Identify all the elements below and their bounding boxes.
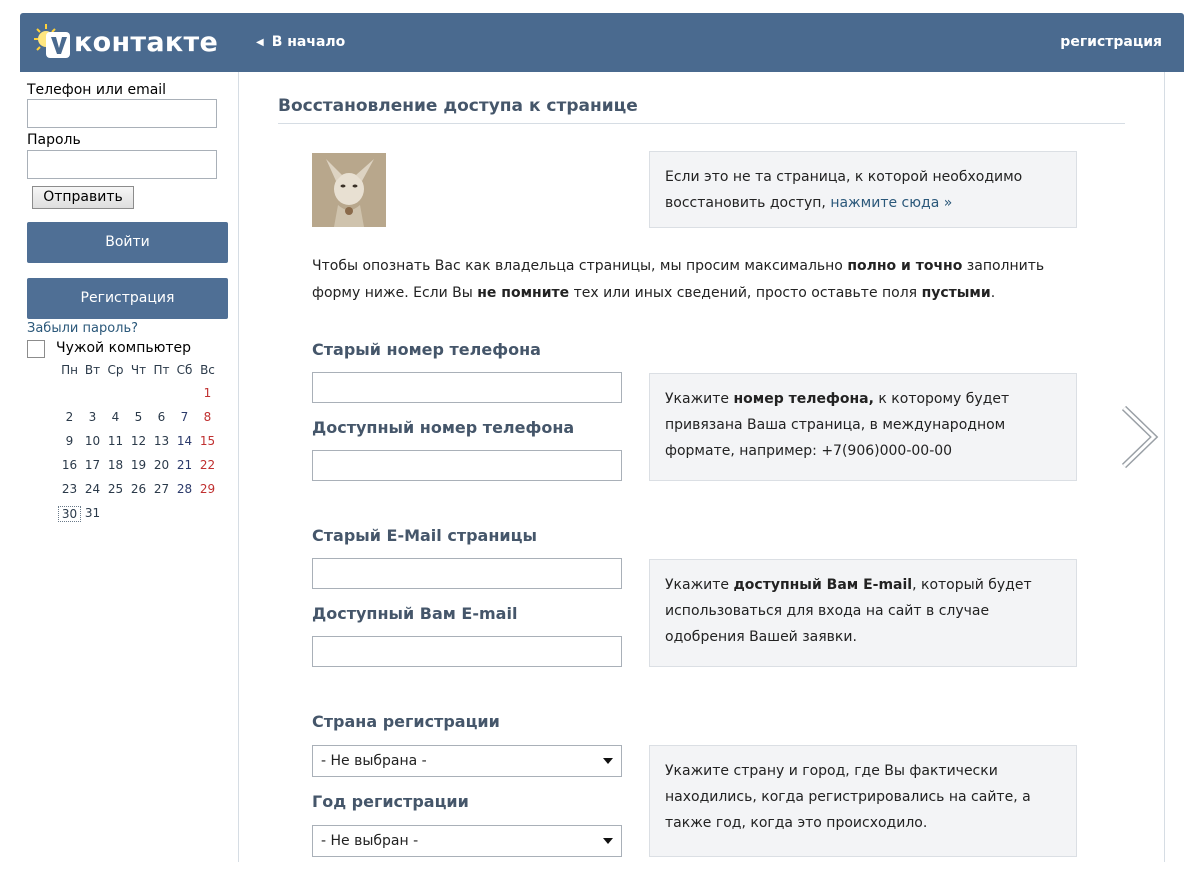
send-button[interactable]: Отправить [32, 186, 134, 209]
intro-bold-1: полно и точно [847, 258, 963, 274]
logo-text: контакте [74, 26, 219, 58]
login-button[interactable]: Войти [27, 222, 228, 263]
phone-hint-box: Укажите номер телефона, к которому будет… [649, 373, 1077, 481]
calendar-day[interactable]: 9 [58, 434, 81, 448]
dropdown-arrow-icon [603, 758, 613, 764]
back-arrow-icon: ◀ [256, 36, 264, 48]
calendar-day[interactable]: 12 [127, 434, 150, 448]
intro-bold-3: пустыми [921, 285, 991, 301]
calendar-day[interactable]: 2 [58, 410, 81, 424]
main-left-border [238, 72, 239, 862]
weekday-label: Сб [176, 363, 193, 377]
nav-home-link[interactable]: ◀ В начало [256, 34, 345, 50]
calendar-day[interactable]: 19 [127, 458, 150, 472]
email-hint-part-1: Укажите [665, 577, 730, 593]
calendar-day[interactable]: 5 [127, 410, 150, 424]
calendar-day[interactable]: 16 [58, 458, 81, 472]
nav-home-label: В начало [271, 34, 346, 50]
calendar-day[interactable]: 27 [150, 482, 173, 496]
calendar-day[interactable]: 15 [196, 434, 219, 448]
available-email-label: Доступный Вам E-mail [312, 604, 518, 623]
vk-logo[interactable]: контакте [32, 21, 218, 63]
calendar-day[interactable]: 21 [173, 458, 196, 472]
calendar-day[interactable]: 28 [173, 482, 196, 496]
country-select[interactable]: - Не выбрана - [312, 745, 622, 777]
calendar-day[interactable]: 1 [196, 386, 219, 400]
calendar-day[interactable]: 29 [196, 482, 219, 496]
calendar-day[interactable]: 23 [58, 482, 81, 496]
calendar-day[interactable]: 25 [104, 482, 127, 496]
calendar-day[interactable]: 24 [81, 482, 104, 496]
available-phone-input[interactable] [312, 450, 622, 481]
calendar-day[interactable]: 4 [104, 410, 127, 424]
year-select[interactable]: - Не выбран - [312, 825, 622, 857]
phone-email-input[interactable] [27, 99, 217, 128]
nav-register-link[interactable]: регистрация [1060, 34, 1162, 50]
click-here-link[interactable]: нажмите сюда » [830, 195, 952, 211]
weekday-label: Вс [200, 363, 215, 377]
profile-avatar [312, 153, 386, 227]
top-header: контакте ◀ В начало регистрация [20, 13, 1184, 72]
old-email-label: Старый E-Mail страницы [312, 526, 537, 545]
password-input[interactable] [27, 150, 217, 179]
calendar-day[interactable]: 14 [173, 434, 196, 448]
calendar-day[interactable]: 17 [81, 458, 104, 472]
calendar-day[interactable]: 6 [150, 410, 173, 424]
register-button[interactable]: Регистрация [27, 278, 228, 319]
title-divider [278, 123, 1125, 124]
calendar-day[interactable]: 22 [196, 458, 219, 472]
profile-hint-box: Если это не та страница, к которой необх… [649, 151, 1077, 228]
calendar-day[interactable]: 20 [150, 458, 173, 472]
year-label: Год регистрации [312, 792, 469, 811]
calendar-day[interactable]: 30 [58, 506, 81, 522]
intro-text: Чтобы опознать Вас как владельца страниц… [312, 253, 1072, 307]
intro-part-3: тех или иных сведений, просто оставьте п… [573, 285, 918, 301]
dropdown-arrow-icon [603, 838, 613, 844]
phone-email-label: Телефон или email [27, 82, 167, 98]
country-select-value: - Не выбрана - [321, 753, 427, 769]
email-hint-bold: доступный Вам E-mail [733, 577, 913, 593]
calendar-day[interactable]: 8 [196, 410, 219, 424]
year-select-value: - Не выбран - [321, 833, 419, 849]
intro-bold-2: не помните [477, 285, 570, 301]
calendar-day[interactable]: 13 [150, 434, 173, 448]
calendar-day[interactable]: 26 [127, 482, 150, 496]
main-right-border [1164, 72, 1165, 862]
old-phone-label: Старый номер телефона [312, 340, 541, 359]
intro-part-1: Чтобы опознать Вас как владельца страниц… [312, 258, 843, 274]
password-label: Пароль [27, 132, 81, 148]
foreign-computer-checkbox[interactable] [27, 340, 45, 358]
phone-hint-part-1: Укажите [665, 391, 730, 407]
phone-hint-bold: номер телефона, [733, 391, 874, 407]
calendar-day[interactable]: 11 [104, 434, 127, 448]
calendar-day[interactable]: 10 [81, 434, 104, 448]
weekday-label: Вт [84, 363, 101, 377]
intro-end: . [990, 285, 996, 301]
old-email-input[interactable] [312, 558, 622, 589]
forgot-password-link[interactable]: Забыли пароль? [27, 321, 138, 336]
page-title: Восстановление доступа к странице [278, 96, 638, 116]
calendar-day[interactable]: 31 [81, 506, 104, 520]
country-hint-box: Укажите страну и город, где Вы фактическ… [649, 745, 1077, 857]
next-chevron-icon[interactable] [1118, 404, 1160, 470]
weekday-label: Чт [130, 363, 147, 377]
calendar-day[interactable]: 3 [81, 410, 104, 424]
weekday-label: Пт [153, 363, 170, 377]
old-phone-input[interactable] [312, 372, 622, 403]
logo-v-icon [32, 22, 72, 62]
available-phone-label: Доступный номер телефона [312, 418, 575, 437]
weekday-label: Пн [61, 363, 78, 377]
calendar-day[interactable]: 7 [173, 410, 196, 424]
country-label: Страна регистрации [312, 712, 500, 731]
available-email-input[interactable] [312, 636, 622, 667]
weekday-label: Ср [107, 363, 124, 377]
email-hint-box: Укажите доступный Вам E-mail, который бу… [649, 559, 1077, 667]
foreign-computer-label: Чужой компьютер [56, 340, 192, 356]
calendar-day[interactable]: 18 [104, 458, 127, 472]
